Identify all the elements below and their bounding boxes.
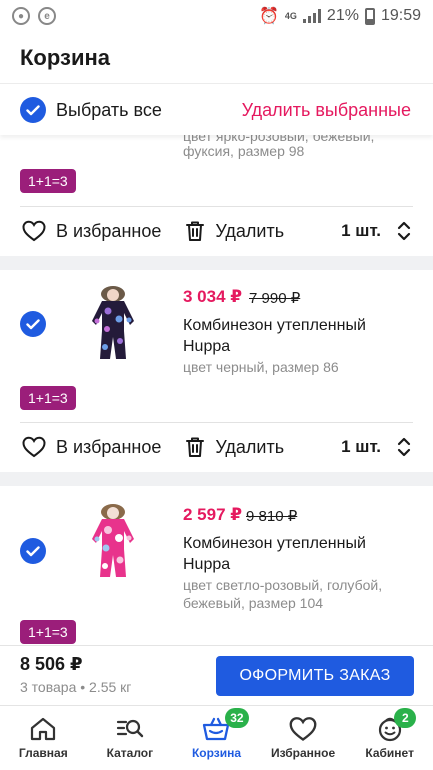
item-spec-line: цвет светло-розовый, голубой,	[183, 577, 383, 593]
delete-label: Удалить	[215, 220, 285, 241]
home-icon	[31, 717, 56, 741]
page-header: Корзина	[0, 32, 433, 84]
item-old-price: 7 990 ₽	[249, 290, 301, 307]
network-type: 4G	[284, 10, 297, 21]
promo-badge: 1+1=3	[20, 169, 76, 193]
tab-label: Главная	[18, 746, 68, 760]
checkmark-icon	[26, 318, 40, 329]
up-down-chevron-icon	[397, 221, 411, 241]
item-title[interactable]: Комбинезон утепленный Huppa	[183, 533, 403, 575]
trash-icon	[186, 221, 205, 241]
quantity-value: 1 шт.	[341, 437, 381, 456]
favorite-label: В избранное	[56, 220, 162, 241]
section-separator	[0, 472, 433, 486]
item-price: 2 597 ₽	[183, 505, 243, 524]
tab-label: Корзина	[191, 746, 242, 760]
promo-badge: 1+1=3	[20, 386, 76, 410]
select-all-bar: Выбрать все Удалить выбранные	[0, 85, 433, 135]
item-spec-line: цвет черный, размер 86	[183, 359, 339, 375]
select-all-label[interactable]: Выбрать все	[56, 100, 162, 121]
delete-selected-button[interactable]: Удалить выбранные	[242, 100, 411, 121]
delete-item-button[interactable]: Удалить	[185, 220, 284, 242]
product-image[interactable]	[78, 285, 148, 365]
heart-icon	[289, 717, 317, 741]
tab-account[interactable]: 2 Кабинет	[346, 706, 433, 770]
tab-favorites[interactable]: Избранное	[260, 706, 347, 770]
bottom-nav: Главная Каталог 32 Корзина Избранное 2 К…	[0, 705, 433, 770]
item-checkbox[interactable]	[20, 538, 46, 564]
tab-home[interactable]: Главная	[0, 706, 87, 770]
cart-total: 8 506 ₽	[20, 654, 83, 674]
battery-percent: 21%	[326, 7, 359, 24]
quantity-selector[interactable]: 1 шт.	[341, 436, 411, 458]
item-spec-line: бежевый, размер 104	[183, 595, 324, 611]
trash-icon	[186, 437, 205, 457]
account-badge: 2	[394, 708, 417, 728]
item-spec-line: фуксия, размер 98	[183, 143, 305, 159]
cart-meta: 3 товара • 2.55 кг	[20, 679, 132, 695]
cart-summary-footer: 8 506 ₽ 3 товара • 2.55 кг ОФОРМИТЬ ЗАКА…	[0, 645, 433, 705]
page-title: Корзина	[20, 44, 110, 70]
browser-e-icon: e	[38, 7, 56, 25]
tab-label: Кабинет	[365, 746, 414, 760]
tab-cart[interactable]: 32 Корзина	[173, 706, 260, 770]
tab-catalog[interactable]: Каталог	[87, 706, 174, 770]
alarm-icon: ⏰	[258, 8, 279, 25]
item-actions: В избранное Удалить 1 шт.	[0, 422, 433, 472]
section-separator	[0, 256, 433, 270]
item-title[interactable]: Комбинезон утепленный Huppa	[183, 315, 403, 357]
item-price: 3 034 ₽	[183, 287, 243, 306]
delete-item-button[interactable]: Удалить	[185, 436, 284, 458]
product-image[interactable]	[78, 503, 148, 583]
status-bar: ● e ⏰ 4G 21% 19:59	[0, 0, 433, 32]
battery-icon	[364, 7, 375, 25]
item-old-price: 9 810 ₽	[246, 508, 298, 525]
checkout-button[interactable]: ОФОРМИТЬ ЗАКАЗ	[216, 656, 414, 696]
up-down-chevron-icon	[397, 437, 411, 457]
quantity-selector[interactable]: 1 шт.	[341, 220, 411, 242]
select-all-checkbox[interactable]	[20, 97, 46, 123]
favorite-label: В избранное	[56, 436, 162, 457]
chrome-icon: ●	[12, 7, 30, 25]
tab-label: Каталог	[106, 746, 154, 760]
add-to-favorites-button[interactable]: В избранное	[22, 220, 161, 242]
quantity-value: 1 шт.	[341, 221, 381, 240]
checkmark-icon	[26, 545, 40, 556]
catalog-search-icon	[116, 719, 144, 738]
delete-label: Удалить	[215, 436, 285, 457]
clock: 19:59	[380, 7, 421, 24]
heart-icon	[22, 220, 46, 242]
heart-icon	[22, 436, 46, 458]
cart-count-badge: 32	[225, 708, 249, 728]
signal-icon	[302, 9, 321, 23]
tab-label: Избранное	[270, 746, 336, 760]
promo-badge: 1+1=3	[20, 620, 76, 644]
item-checkbox[interactable]	[20, 311, 46, 337]
add-to-favorites-button[interactable]: В избранное	[22, 436, 161, 458]
item-actions: В избранное Удалить 1 шт.	[0, 206, 433, 256]
cart-list[interactable]: цвет ярко-розовый, бежевый, фуксия, разм…	[0, 135, 433, 645]
checkmark-icon	[26, 104, 40, 115]
